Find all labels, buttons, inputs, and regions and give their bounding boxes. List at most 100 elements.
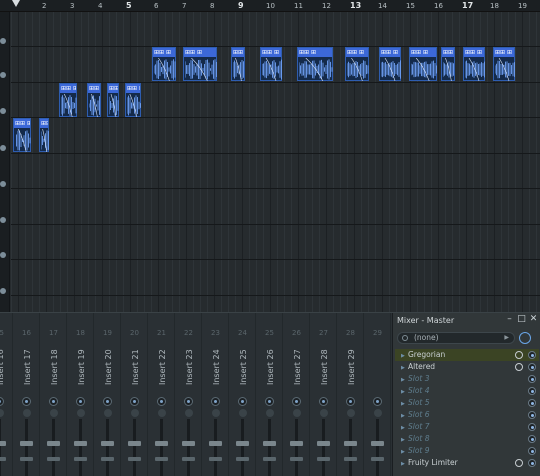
volume-fader-handle[interactable] (236, 441, 249, 446)
slot-enable-toggle[interactable] (528, 435, 536, 443)
pan-knob[interactable] (130, 397, 139, 406)
insert-name[interactable]: Insert 27 (293, 341, 302, 385)
pan-knob[interactable] (319, 397, 328, 406)
volume-fader-handle[interactable] (209, 441, 222, 446)
clip-header[interactable]: ⊞⊞ ⊞ (88, 84, 100, 93)
bar-number[interactable]: 9 (238, 0, 244, 12)
audio-clip[interactable]: ⊞⊞ ⊞ (379, 47, 401, 81)
slot-enable-toggle[interactable] (528, 399, 536, 407)
slot-enable-toggle[interactable] (528, 459, 536, 467)
clip-header[interactable]: ⊞⊞ ⊞ (153, 48, 175, 57)
insert-name[interactable]: Insert 24 (212, 341, 221, 385)
pan-knob[interactable] (0, 397, 4, 406)
clip-header[interactable]: ⊞⊞ ⊞ (261, 48, 281, 57)
insert-name[interactable]: Insert 29 (347, 341, 356, 385)
preset-menu-button[interactable] (519, 332, 531, 344)
stereo-dial[interactable] (0, 409, 4, 417)
mix-level-knob[interactable] (515, 351, 523, 359)
stereo-dial[interactable] (185, 409, 193, 417)
clip-header[interactable]: ⊞⊞ ⊞ (184, 48, 216, 57)
volume-fader-handle[interactable] (101, 441, 114, 446)
bar-number[interactable]: 17 (462, 0, 473, 12)
slot-enable-toggle[interactable] (528, 351, 536, 359)
mixer-insert[interactable]: 20 Insert 21 (121, 313, 148, 476)
bar-number[interactable]: 12 (322, 0, 331, 12)
mixer-insert[interactable]: 23 Insert 24 (202, 313, 229, 476)
playlist-grid[interactable]: ⊞⊞ ⊞ ⊞ ⊞ ⊞ ⊞ ⊞ ⊞ ⊞⊞ ⊞ ⊞ ⊞ ⊞ ⊞ ⊞ ⊞ ⊞ ⊞ ⊞ ⊞⊞ ⊞ ⊞⊞ ⊞ ⊞⊞ ⊞… (11, 12, 540, 312)
bar-number[interactable]: 11 (294, 0, 303, 12)
audio-clip[interactable]: ⊞⊞ ⊞ (125, 83, 141, 117)
pan-knob[interactable] (157, 397, 166, 406)
insert-name[interactable]: Insert 23 (185, 341, 194, 385)
track-indicator[interactable] (0, 72, 6, 78)
bar-number[interactable]: 13 (350, 0, 361, 12)
slot-enable-toggle[interactable] (528, 387, 536, 395)
stereo-dial[interactable] (50, 409, 58, 417)
mixer-insert[interactable]: 17 Insert 18 (40, 313, 67, 476)
volume-fader-handle[interactable] (344, 441, 357, 446)
volume-fader-handle[interactable] (290, 441, 303, 446)
stereo-dial[interactable] (23, 409, 31, 417)
pan-knob[interactable] (103, 397, 112, 406)
volume-fader-handle[interactable] (155, 441, 168, 446)
track-indicator[interactable] (0, 145, 6, 151)
mix-level-knob[interactable] (515, 459, 523, 467)
bar-number[interactable]: 18 (490, 0, 499, 12)
track-indicator[interactable] (0, 252, 6, 258)
track-indicator[interactable] (0, 217, 6, 223)
clip-header[interactable]: ⊞⊞ ⊞ (346, 48, 368, 57)
pan-knob[interactable] (22, 397, 31, 406)
effect-slot[interactable]: ▶ Slot 4 (395, 385, 539, 397)
audio-clip[interactable]: ⊞⊞ ⊞ (260, 47, 282, 81)
effect-slot[interactable]: ▶ Slot 6 (395, 409, 539, 421)
bar-number[interactable]: 6 (154, 0, 158, 12)
clip-header[interactable]: ⊞⊞ ⊞ (442, 48, 454, 57)
audio-clip[interactable]: ⊞⊞ ⊞ (231, 47, 245, 81)
stereo-dial[interactable] (212, 409, 220, 417)
close-button[interactable]: ✕ (529, 315, 538, 324)
volume-fader-handle[interactable] (0, 441, 6, 446)
mixer-insert[interactable]: 28 Insert 29 (337, 313, 364, 476)
insert-name[interactable]: Insert 25 (239, 341, 248, 385)
mixer-insert[interactable]: 24 Insert 25 (229, 313, 256, 476)
insert-name[interactable]: Insert 20 (104, 341, 113, 385)
pan-knob[interactable] (238, 397, 247, 406)
clip-header[interactable]: ⊞⊞ ⊞ (380, 48, 400, 57)
stereo-dial[interactable] (77, 409, 85, 417)
clip-header[interactable]: ⊞⊞ ⊞ (14, 119, 30, 128)
mixer-insert[interactable]: 18 Insert 19 (67, 313, 94, 476)
insert-name[interactable]: Insert 28 (320, 341, 329, 385)
preset-dropdown[interactable]: (none) ▶ (397, 332, 515, 344)
stereo-dial[interactable] (320, 409, 328, 417)
audio-clip[interactable]: ⊞⊞ ⊞ (87, 83, 101, 117)
stereo-dial[interactable] (158, 409, 166, 417)
bar-number[interactable]: 15 (406, 0, 415, 12)
pan-knob[interactable] (184, 397, 193, 406)
pan-knob[interactable] (76, 397, 85, 406)
clip-header[interactable]: ⊞⊞ ⊞ (60, 84, 76, 93)
stereo-dial[interactable] (131, 409, 139, 417)
audio-clip[interactable]: ⊞⊞ ⊞ (183, 47, 217, 81)
stereo-dial[interactable] (374, 409, 382, 417)
bar-number[interactable]: 4 (98, 0, 102, 12)
mixer-insert[interactable]: 27 Insert 28 (310, 313, 337, 476)
insert-name[interactable]: Insert 16 (0, 341, 5, 385)
bar-number[interactable]: 8 (210, 0, 214, 12)
insert-name[interactable]: Insert 26 (266, 341, 275, 385)
effect-slot[interactable]: ▶ Slot 5 (395, 397, 539, 409)
effect-slot[interactable]: ▶ Slot 9 (395, 445, 539, 457)
mixer-insert[interactable]: 19 Insert 20 (94, 313, 121, 476)
effect-slot[interactable]: ▶ Gregorian (395, 349, 539, 361)
volume-fader-handle[interactable] (371, 441, 384, 446)
clip-header[interactable]: ⊞⊞ ⊞ (298, 48, 332, 57)
audio-clip[interactable]: ⊞⊞ ⊞ (297, 47, 333, 81)
mixer-insert[interactable]: 26 Insert 27 (283, 313, 310, 476)
audio-clip[interactable]: ⊞⊞ ⊞ (152, 47, 176, 81)
slot-enable-toggle[interactable] (528, 447, 536, 455)
bar-number[interactable]: 14 (378, 0, 387, 12)
volume-fader-handle[interactable] (182, 441, 195, 446)
insert-name[interactable]: Insert 21 (131, 341, 140, 385)
volume-fader-handle[interactable] (317, 441, 330, 446)
track-indicator[interactable] (0, 108, 6, 114)
audio-clip[interactable]: ⊞⊞ ⊞ (39, 118, 49, 152)
